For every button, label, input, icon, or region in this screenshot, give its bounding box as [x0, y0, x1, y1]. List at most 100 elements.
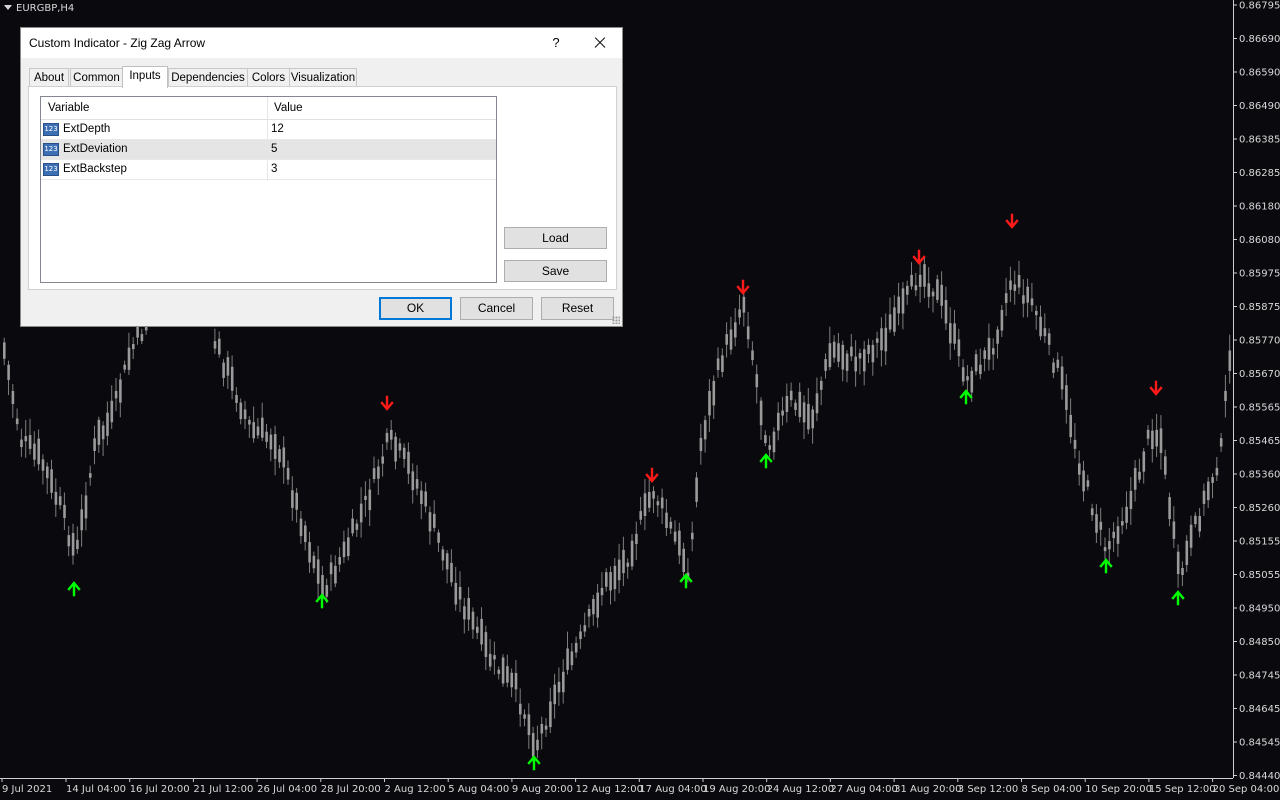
candle-body — [484, 632, 488, 657]
load-button[interactable]: Load — [504, 227, 607, 249]
dialog-titlebar[interactable]: Custom Indicator - Zig Zag Arrow ? — [21, 28, 622, 58]
variable-name: ExtDepth — [63, 123, 111, 135]
candle-body — [1207, 481, 1210, 501]
candle-body — [875, 338, 879, 343]
time-label: 20 Sep 04:00 — [1213, 784, 1280, 795]
chevron-down-icon[interactable] — [4, 5, 12, 10]
candle-body — [476, 626, 479, 633]
candle-body — [536, 739, 539, 751]
candle-body — [1052, 362, 1055, 373]
candle-body — [673, 531, 677, 542]
time-label: 27 Aug 04:00 — [830, 784, 897, 795]
candle-body — [992, 348, 995, 355]
tab-visualization[interactable]: Visualization — [289, 68, 357, 86]
candle-body — [58, 496, 62, 506]
candle-body — [398, 443, 402, 451]
candle-body — [381, 456, 384, 464]
candle-body — [643, 493, 647, 516]
candle-body — [445, 553, 449, 570]
candle-body — [600, 587, 604, 596]
candle-body — [1176, 551, 1180, 575]
table-row[interactable]: 123 ExtDepth 12 — [41, 120, 496, 140]
candle-body — [648, 491, 651, 508]
candle-body — [1172, 521, 1176, 539]
candle-body — [1090, 508, 1094, 516]
candle-body — [7, 364, 10, 380]
candle-body — [428, 512, 432, 532]
candle-body — [114, 390, 118, 399]
tab-dependencies[interactable]: Dependencies — [168, 68, 248, 86]
candle-body — [50, 469, 53, 493]
candle-body — [867, 344, 870, 354]
candle-body — [1013, 284, 1017, 291]
candle-body — [824, 359, 827, 371]
candle-body — [1065, 385, 1068, 410]
chart-symbol-label[interactable]: EURGBP,H4 — [4, 3, 74, 14]
candle-body — [218, 338, 221, 355]
candle-body — [815, 393, 819, 414]
variable-value[interactable]: 5 — [271, 143, 277, 155]
price-label: 0.85670 — [1239, 369, 1280, 380]
price-label: 0.85975 — [1239, 269, 1280, 280]
candle-body — [1047, 333, 1051, 345]
candle-body — [708, 390, 711, 416]
variable-value[interactable]: 3 — [271, 163, 277, 175]
candle-body — [28, 435, 32, 449]
candle-body — [1103, 547, 1107, 552]
number-type-icon: 123 — [43, 123, 59, 136]
column-header-value[interactable]: Value — [274, 102, 303, 114]
candle-body — [226, 357, 230, 376]
help-button[interactable]: ? — [545, 33, 567, 53]
variable-name: ExtBackstep — [63, 163, 127, 175]
tab-inputs[interactable]: Inputs — [122, 66, 168, 88]
candle-body — [931, 291, 935, 297]
variable-name: ExtDeviation — [63, 143, 128, 155]
tab-about[interactable]: About — [29, 68, 69, 86]
time-label: 10 Sep 20:00 — [1085, 784, 1152, 795]
cancel-button[interactable]: Cancel — [460, 297, 533, 320]
tab-common[interactable]: Common — [70, 68, 123, 86]
candle-body — [1155, 429, 1158, 447]
candle-body — [71, 533, 75, 556]
price-label: 0.85260 — [1239, 503, 1280, 514]
candle-body — [523, 714, 526, 719]
ok-button[interactable]: OK — [379, 297, 452, 320]
candle-body — [394, 436, 397, 462]
candle-body — [1043, 328, 1047, 337]
candle-body — [368, 489, 372, 511]
candle-body — [437, 532, 440, 543]
candle-body — [617, 559, 621, 581]
column-header-variable[interactable]: Variable — [48, 102, 89, 114]
candle-body — [1017, 275, 1021, 288]
candle-body — [63, 504, 66, 518]
close-icon[interactable] — [587, 32, 613, 54]
reset-button[interactable]: Reset — [541, 297, 614, 320]
candle-body — [37, 438, 40, 465]
variable-value[interactable]: 12 — [271, 123, 284, 135]
candle-body — [729, 329, 733, 350]
candle-body — [669, 521, 673, 529]
resize-grip[interactable] — [612, 316, 620, 324]
candle-body — [1039, 316, 1042, 337]
table-row[interactable]: 123 ExtBackstep 3 — [41, 160, 496, 180]
candle-body — [596, 592, 599, 618]
candle-body — [338, 557, 341, 565]
candle-body — [888, 314, 892, 330]
price-label: 0.86285 — [1239, 168, 1280, 179]
candle-body — [609, 572, 612, 591]
time-label: 17 Aug 04:00 — [639, 784, 706, 795]
table-row[interactable]: 123 ExtDeviation 5 — [41, 140, 496, 160]
candle-body — [1164, 456, 1167, 475]
inputs-grid[interactable]: Variable Value 123 ExtDepth 12 123 ExtDe… — [40, 96, 497, 283]
candle-body — [566, 648, 569, 670]
candle-body — [759, 400, 763, 426]
tab-colors[interactable]: Colors — [247, 68, 290, 86]
time-label: 9 Jul 2021 — [2, 784, 52, 795]
candle-body — [488, 653, 492, 667]
candle-body — [953, 323, 956, 344]
save-button[interactable]: Save — [504, 260, 607, 282]
candle-body — [1112, 531, 1115, 539]
candle-body — [682, 548, 685, 573]
candle-body — [493, 655, 496, 660]
candle-body — [531, 733, 535, 757]
